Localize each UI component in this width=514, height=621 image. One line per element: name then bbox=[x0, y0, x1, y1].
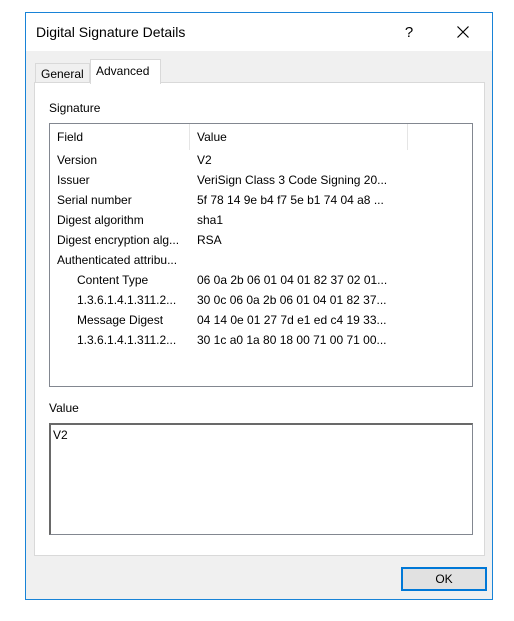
row-value: 30 0c 06 0a 2b 06 01 04 01 82 37... bbox=[197, 293, 387, 307]
table-row[interactable]: Digest encryption alg... RSA bbox=[50, 230, 472, 250]
row-field: Serial number bbox=[57, 193, 132, 207]
row-field: 1.3.6.1.4.1.311.2... bbox=[77, 333, 177, 347]
row-value: 30 1c a0 1a 80 18 00 71 00 71 00... bbox=[197, 333, 387, 347]
row-field: Message Digest bbox=[77, 313, 164, 327]
table-row[interactable]: Serial number 5f 78 14 9e b4 f7 5e b1 74 … bbox=[50, 190, 472, 210]
table-row[interactable]: 1.3.6.1.4.1.311.2... 30 1c a0 1a 80 18 00… bbox=[50, 330, 472, 350]
row-field: Digest encryption alg... bbox=[57, 233, 180, 247]
row-field: Issuer bbox=[57, 173, 90, 187]
row-field: Digest algorithm bbox=[57, 213, 144, 227]
window-title: Digital Signature Details bbox=[36, 24, 186, 40]
digital-signature-details-dialog: Digital Signature Details ? General Adva… bbox=[25, 12, 493, 600]
row-field: Content Type bbox=[77, 273, 149, 287]
row-value: VeriSign Class 3 Code Signing 20... bbox=[197, 173, 388, 187]
row-field: Version bbox=[57, 153, 98, 167]
close-icon bbox=[457, 26, 469, 38]
row-value: V2 bbox=[197, 153, 212, 167]
signature-group-label: Signature bbox=[49, 101, 101, 115]
signature-fields-list[interactable]: Field Value Version V2 Issuer VeriSign Clas… bbox=[49, 123, 473, 387]
row-value: 04 14 0e 01 27 7d e1 ed c4 19 33... bbox=[197, 313, 387, 327]
row-field: Authenticated attribu... bbox=[57, 253, 178, 267]
row-value: RSA bbox=[197, 233, 222, 247]
help-button[interactable]: ? bbox=[386, 13, 432, 51]
tab-general[interactable]: General bbox=[35, 63, 90, 83]
table-row[interactable]: Message Digest 04 14 0e 01 27 7d e1 ed c4… bbox=[50, 310, 472, 330]
table-row[interactable]: Digest algorithm sha1 bbox=[50, 210, 472, 230]
column-header-value[interactable]: Value bbox=[190, 124, 408, 150]
value-group-label: Value bbox=[49, 401, 79, 415]
close-button[interactable] bbox=[440, 13, 486, 51]
list-header: Field Value bbox=[50, 124, 472, 150]
table-row[interactable]: Version V2 bbox=[50, 150, 472, 170]
table-row[interactable]: Authenticated attribu... bbox=[50, 250, 472, 270]
row-value: 5f 78 14 9e b4 f7 5e b1 74 04 a8 ... bbox=[197, 193, 384, 207]
table-row[interactable]: Issuer VeriSign Class 3 Code Signing 20..… bbox=[50, 170, 472, 190]
title-bar[interactable]: Digital Signature Details ? bbox=[26, 13, 492, 51]
ok-button[interactable]: OK bbox=[401, 567, 487, 591]
table-row[interactable]: Content Type 06 0a 2b 06 01 04 01 82 37 0… bbox=[50, 270, 472, 290]
tab-advanced[interactable]: Advanced bbox=[90, 59, 161, 84]
row-value: sha1 bbox=[197, 213, 224, 227]
row-field: 1.3.6.1.4.1.311.2... bbox=[77, 293, 177, 307]
table-row[interactable]: 1.3.6.1.4.1.311.2... 30 0c 06 0a 2b 06 01… bbox=[50, 290, 472, 310]
advanced-tab-panel: Signature Field Value Version V2 Issuer Ver… bbox=[34, 82, 485, 556]
value-textbox[interactable]: V2 bbox=[49, 423, 473, 535]
column-header-field[interactable]: Field bbox=[50, 124, 190, 150]
list-rows: Version V2 Issuer VeriSign Class 3 Code Sig… bbox=[50, 150, 472, 350]
row-value: 06 0a 2b 06 01 04 01 82 37 02 01... bbox=[197, 273, 388, 287]
